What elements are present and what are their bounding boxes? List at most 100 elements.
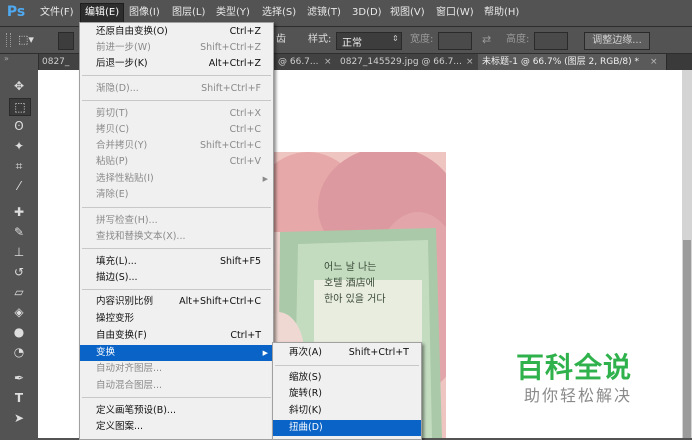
menu-item-transform[interactable]: 变换 ▶ [80, 345, 273, 361]
tab-doc-active[interactable]: 未标题-1 @ 66.7% (图层 2, RGB/8) * × [478, 54, 667, 70]
menu-separator [82, 100, 271, 101]
menu-edit[interactable]: 编辑(E) [80, 3, 125, 23]
menu-help[interactable]: 帮助(H) [480, 4, 523, 22]
menu-select[interactable]: 选择(S) [258, 4, 300, 22]
close-icon[interactable]: × [324, 54, 332, 70]
watermark-title: 百科全说 [516, 351, 633, 384]
menu-item-auto-blend[interactable]: 自动混合图层... [80, 378, 273, 394]
menu-separator [275, 365, 419, 366]
submenu-item-distort[interactable]: 扭曲(D) [273, 420, 421, 436]
book-title-line-3: 한아 있을 거다 [324, 294, 386, 305]
menu-file[interactable]: 文件(F) [36, 4, 78, 22]
photoshop-logo: Ps [6, 4, 26, 20]
menu-separator [82, 289, 271, 290]
refine-edge-button[interactable]: 调整边缘... [584, 32, 650, 50]
menu-item-free-transform[interactable]: 自由变换(F) Ctrl+T [80, 328, 273, 344]
menu-view[interactable]: 视图(V) [386, 4, 429, 22]
height-input[interactable] [534, 32, 568, 50]
tools-panel: » ✥ ⬚ ʘ ✦ ⌗ ⁄ ✚ ✎ ⊥ ↺ ▱ ◈ ● ◔ ✒ T ➤ [0, 54, 39, 438]
menu-item-spell-check[interactable]: 拼写检查(H)... [80, 213, 273, 229]
tab-label: 0827_ [42, 57, 70, 67]
menu-3d[interactable]: 3D(D) [348, 4, 386, 22]
crop-tool-icon[interactable]: ⌗ [9, 158, 29, 174]
book-title-text: 어느 날 나는 호텔 酒店에 한아 있을 거다 [324, 260, 386, 308]
menu-separator [82, 207, 271, 208]
tab-label: 0827_145529.jpg @ 66.7... [340, 57, 462, 67]
menu-window[interactable]: 窗口(W) [432, 4, 478, 22]
style-select-value: 正常 [342, 38, 362, 49]
menu-item-paste-special[interactable]: 选择性粘贴(I) ▶ [80, 171, 273, 187]
eraser-tool-icon[interactable]: ▱ [9, 284, 29, 300]
menu-image[interactable]: 图像(I) [125, 4, 164, 22]
menu-item-cut[interactable]: 剪切(T) Ctrl+X [80, 106, 273, 122]
menu-filter[interactable]: 滤镜(T) [303, 4, 345, 22]
lasso-tool-icon[interactable]: ʘ [9, 118, 29, 134]
menu-item-step-forward[interactable]: 前进一步(W) Shift+Ctrl+Z [80, 40, 273, 56]
scrollbar-thumb[interactable] [683, 240, 691, 438]
menu-item-fade[interactable]: 渐隐(D)... Shift+Ctrl+F [80, 81, 273, 97]
tab-doc-2[interactable]: @ 66.7... × [274, 54, 341, 70]
path-select-icon[interactable]: ➤ [9, 410, 29, 426]
menu-separator [82, 397, 271, 398]
tab-doc-1[interactable]: 0827_ [38, 54, 85, 70]
magic-wand-icon[interactable]: ✦ [9, 138, 29, 154]
style-label: 样式: [308, 34, 332, 45]
menu-item-step-backward[interactable]: 后退一步(K) Alt+Ctrl+Z [80, 56, 273, 72]
paint-bucket-icon[interactable]: ◈ [9, 304, 29, 320]
menu-separator [82, 75, 271, 76]
menu-separator [82, 248, 271, 249]
tab-label: @ 66.7... [278, 57, 319, 67]
marquee-preset-icon[interactable]: ⬚▾ [18, 32, 40, 48]
pen-tool-icon[interactable]: ✒ [9, 370, 29, 386]
menu-item-clear[interactable]: 清除(E) [80, 187, 273, 203]
marquee-tool-icon[interactable]: ⬚ [9, 98, 31, 116]
submenu-item-again[interactable]: 再次(A) Shift+Ctrl+T [273, 345, 421, 361]
history-brush-icon[interactable]: ↺ [9, 264, 29, 280]
blur-tool-icon[interactable]: ● [9, 324, 29, 340]
tab-doc-3[interactable]: 0827_145529.jpg @ 66.7... × [336, 54, 483, 70]
antialias-label: 齿 [276, 34, 286, 45]
chevron-right-icon: ▶ [262, 349, 268, 357]
dodge-tool-icon[interactable]: ◔ [9, 344, 29, 360]
close-icon[interactable]: × [650, 54, 658, 70]
height-label: 高度: [506, 34, 530, 45]
edit-menu: 还原自由变换(O) Ctrl+Z 前进一步(W) Shift+Ctrl+Z 后退一步… [79, 22, 274, 440]
selection-mode-new[interactable] [58, 32, 74, 50]
menu-item-undo[interactable]: 还原自由变换(O) Ctrl+Z [80, 24, 273, 40]
swap-icon[interactable]: ⇄ [482, 33, 491, 46]
submenu-item-scale[interactable]: 缩放(S) [273, 370, 421, 386]
menu-item-puppet-warp[interactable]: 操控变形 [80, 311, 273, 327]
close-icon[interactable]: × [466, 54, 474, 70]
eyedropper-icon[interactable]: ⁄ [9, 178, 29, 194]
menu-type[interactable]: 类型(Y) [212, 4, 254, 22]
width-input[interactable] [438, 32, 472, 50]
brush-tool-icon[interactable]: ✎ [9, 224, 29, 240]
menu-item-content-aware-scale[interactable]: 内容识别比例 Alt+Shift+Ctrl+C [80, 294, 273, 310]
submenu-item-rotate[interactable]: 旋转(R) [273, 386, 421, 402]
book-title-line-1: 어느 날 나는 [324, 262, 377, 273]
chevron-updown-icon: ⇕ [392, 34, 399, 43]
watermark-subtitle: 助你轻松解决 [524, 386, 633, 405]
menu-item-stroke[interactable]: 描边(S)... [80, 270, 273, 286]
menu-layer[interactable]: 图层(L) [168, 4, 209, 22]
stamp-tool-icon[interactable]: ⊥ [9, 244, 29, 260]
submenu-item-skew[interactable]: 斜切(K) [273, 403, 421, 419]
menu-item-fill[interactable]: 填充(L)... Shift+F5 [80, 254, 273, 270]
move-tool-icon[interactable]: ✥ [9, 78, 29, 94]
transform-submenu: 再次(A) Shift+Ctrl+T 缩放(S) 旋转(R) 斜切(K) 扭曲(D… [272, 342, 422, 440]
panel-collapse-icon[interactable]: » [4, 54, 9, 63]
width-label: 宽度: [410, 34, 434, 45]
menu-item-define-pattern[interactable]: 定义图案... [80, 419, 273, 435]
menu-item-auto-align[interactable]: 自动对齐图层... [80, 361, 273, 377]
menu-item-find-replace[interactable]: 查找和替换文本(X)... [80, 229, 273, 245]
healing-brush-icon[interactable]: ✚ [9, 204, 29, 220]
chevron-right-icon: ▶ [262, 175, 268, 183]
menu-item-copy[interactable]: 拷贝(C) Ctrl+C [80, 122, 273, 138]
menu-item-paste[interactable]: 粘贴(P) Ctrl+V [80, 154, 273, 170]
menu-item-copy-merged[interactable]: 合并拷贝(Y) Shift+Ctrl+C [80, 138, 273, 154]
style-select[interactable]: 正常 ⇕ [336, 32, 402, 50]
menu-item-define-brush[interactable]: 定义画笔预设(B)... [80, 403, 273, 419]
book-title-line-2: 호텔 酒店에 [324, 278, 375, 289]
grip-handle[interactable] [6, 33, 11, 47]
type-tool-icon[interactable]: T [9, 390, 29, 406]
